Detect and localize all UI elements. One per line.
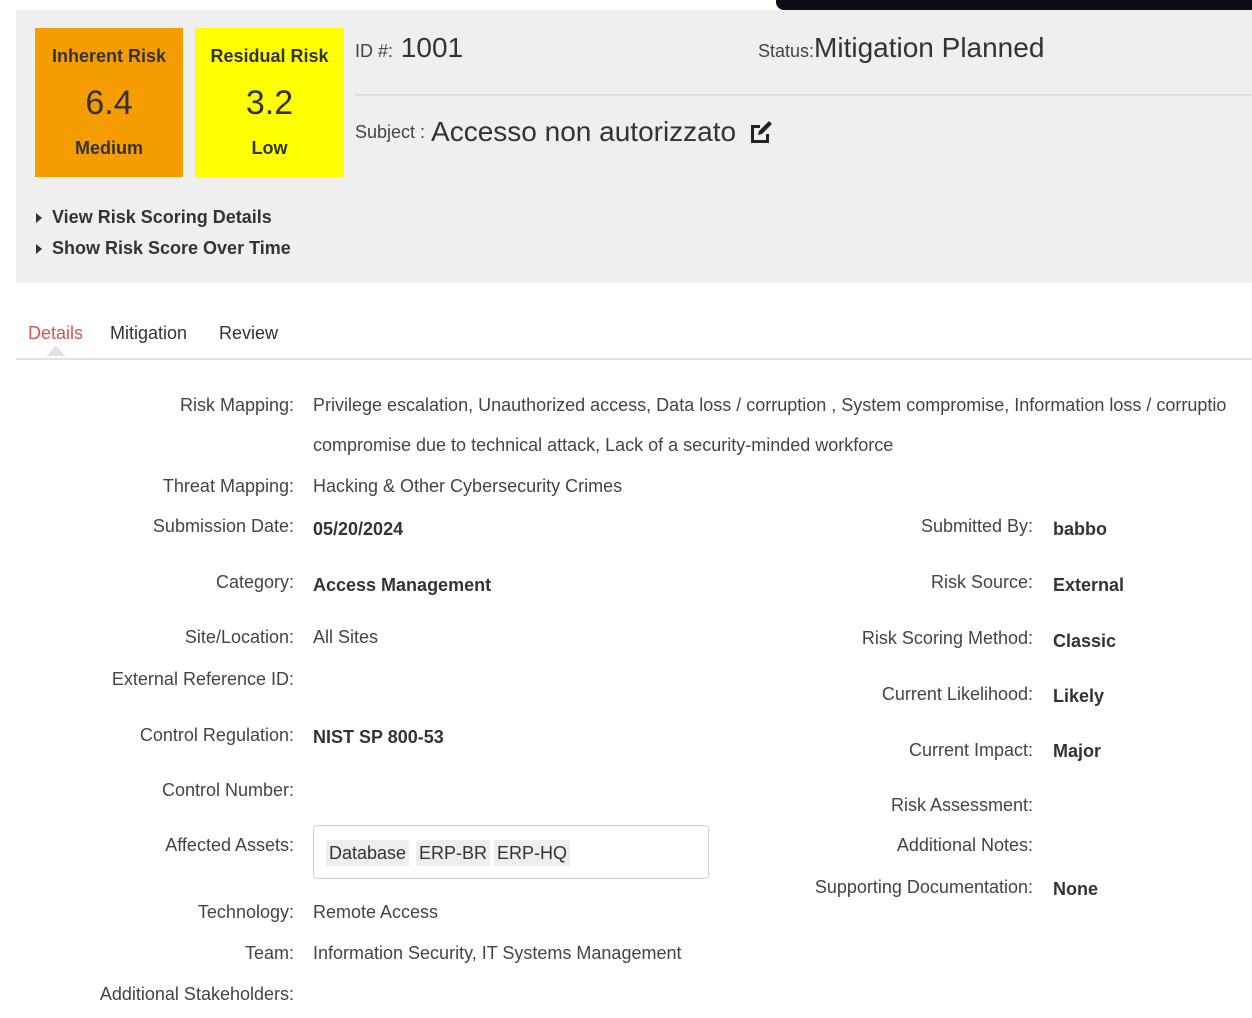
risk-mapping-value-line1: Privilege escalation, Unauthorized acces… <box>313 395 1227 415</box>
submission-date-value: 05/20/2024 <box>313 519 404 539</box>
current-likelihood-label: Current Likelihood: <box>881 684 1033 704</box>
affected-assets-label: Affected Assets: <box>165 835 294 855</box>
expander-label: Show Risk Score Over Time <box>52 238 291 258</box>
additional-notes-label: Additional Notes: <box>896 835 1033 855</box>
residual-risk-level: Low <box>251 138 288 158</box>
submitted-by-value: babbo <box>1053 519 1107 539</box>
risk-source-value: External <box>1053 575 1125 595</box>
risk-mapping-value-line2: compromise due to technical attack, Lack… <box>313 435 894 455</box>
show-risk-score-over-time-toggle[interactable]: Show Risk Score Over Time <box>36 238 291 259</box>
caret-right-icon <box>36 243 42 254</box>
risk-scoring-method-value: Classic <box>1053 631 1117 651</box>
site-location-value: All Sites <box>313 627 379 647</box>
tab-details[interactable]: Details <box>28 323 83 344</box>
risk-id: ID #: 1001 <box>355 32 463 64</box>
supporting-documentation-value: None <box>1053 879 1098 899</box>
detail-tabs: Details Mitigation Review <box>16 320 1252 360</box>
current-impact-label: Current Impact: <box>908 740 1033 760</box>
supporting-documentation-label: Supporting Documentation: <box>814 877 1033 897</box>
asset-tag: ERP-BR <box>416 840 491 866</box>
inherent-risk-score: 6.4 <box>85 84 133 122</box>
affected-assets-field[interactable]: Database ERP-BR ERP-HQ <box>313 825 709 879</box>
risk-subject-value: Accesso non autorizzato <box>431 116 737 147</box>
residual-risk-box: Residual Risk 3.2 Low <box>195 28 344 177</box>
residual-risk-label: Residual Risk <box>210 46 329 66</box>
tab-mitigation[interactable]: Mitigation <box>110 323 187 344</box>
category-value: Access Management <box>313 575 492 595</box>
tab-review[interactable]: Review <box>219 323 278 344</box>
control-regulation-label: Control Regulation: <box>139 725 294 745</box>
risk-subject-label: Subject : <box>355 121 426 142</box>
team-label: Team: <box>244 943 294 963</box>
header-divider <box>355 94 1252 96</box>
asset-tag: Database <box>326 840 410 866</box>
risk-assessment-label: Risk Assessment: <box>890 795 1033 815</box>
risk-scoring-method-label: Risk Scoring Method: <box>861 628 1033 648</box>
risk-status-label: Status: <box>758 41 815 61</box>
control-regulation-value: NIST SP 800-53 <box>313 727 444 747</box>
site-location-label: Site/Location: <box>184 627 294 647</box>
current-likelihood-value: Likely <box>1053 686 1105 706</box>
control-number-label: Control Number: <box>161 780 294 800</box>
category-label: Category: <box>215 572 294 592</box>
residual-risk-score: 3.2 <box>245 84 294 122</box>
inherent-risk-label: Inherent Risk <box>51 46 167 66</box>
risk-status-value: Mitigation Planned <box>814 32 1045 63</box>
risk-header-panel: Inherent Risk 6.4 Medium Residual Risk 3… <box>16 10 1252 283</box>
inherent-risk-box: Inherent Risk 6.4 Medium <box>35 28 183 177</box>
additional-stakeholders-label: Additional Stakeholders: <box>99 984 294 1004</box>
inherent-risk-level: Medium <box>74 138 143 158</box>
team-value: Information Security, IT Systems Managem… <box>313 943 682 963</box>
submitted-by-label: Submitted By: <box>920 516 1033 536</box>
risk-id-value: 1001 <box>400 32 464 63</box>
edit-icon[interactable] <box>748 119 774 145</box>
external-reference-id-label: External Reference ID: <box>111 669 294 689</box>
technology-value: Remote Access <box>313 902 439 922</box>
top-dark-bar <box>776 0 1252 10</box>
risk-id-label: ID #: <box>355 41 394 61</box>
current-impact-value: Major <box>1053 741 1102 761</box>
expander-label: View Risk Scoring Details <box>52 207 272 227</box>
threat-mapping-label: Threat Mapping: <box>162 476 294 496</box>
technology-label: Technology: <box>197 902 294 922</box>
asset-tag: ERP-HQ <box>494 840 571 866</box>
risk-subject: Subject : Accesso non autorizzato <box>355 116 774 148</box>
threat-mapping-value: Hacking & Other Cybersecurity Crimes <box>313 476 623 496</box>
risk-source-label: Risk Source: <box>930 572 1033 592</box>
caret-right-icon <box>36 212 42 223</box>
view-risk-scoring-details-toggle[interactable]: View Risk Scoring Details <box>36 207 272 228</box>
risk-mapping-label: Risk Mapping: <box>179 395 294 415</box>
risk-status: Status:Mitigation Planned <box>758 32 1044 64</box>
active-tab-pointer <box>46 346 66 356</box>
submission-date-label: Submission Date: <box>152 516 294 536</box>
